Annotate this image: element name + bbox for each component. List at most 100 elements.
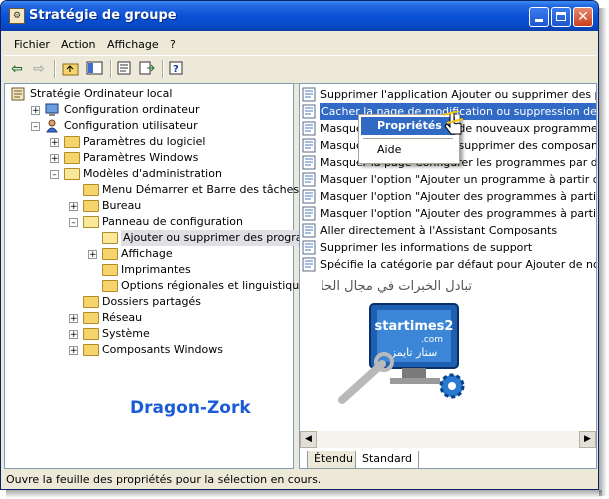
policy-setting-icon bbox=[302, 104, 317, 119]
tree-item-label: Configuration utilisateur bbox=[64, 119, 198, 132]
folder-icon bbox=[83, 328, 99, 340]
horizontal-scrollbar[interactable]: ◀ ▶ bbox=[300, 431, 596, 448]
policy-setting-icon bbox=[302, 240, 317, 255]
tree-item-label: Affichage bbox=[121, 247, 173, 260]
policy-list-item[interactable]: Supprimer l'application Ajouter ou suppr… bbox=[302, 86, 596, 103]
menu-affichage[interactable]: Affichage bbox=[107, 38, 159, 51]
policy-list-item[interactable]: Aller directement à l'Assistant Composan… bbox=[302, 222, 596, 239]
tree-item-label: Imprimantes bbox=[121, 263, 191, 276]
tree-item[interactable]: – Panneau de configuration bbox=[5, 214, 291, 230]
policy-setting-icon bbox=[302, 223, 317, 238]
folder-icon bbox=[102, 264, 118, 276]
expand-icon[interactable]: + bbox=[69, 330, 78, 340]
tree-item[interactable]: + Configuration ordinateur bbox=[5, 102, 291, 118]
menu-action[interactable]: Action bbox=[61, 38, 95, 51]
user-icon bbox=[45, 119, 61, 133]
tree-item-label: Composants Windows bbox=[102, 343, 223, 356]
tree-item[interactable]: Ajouter ou supprimer des programmes bbox=[5, 230, 339, 246]
tree-item[interactable]: + Réseau bbox=[5, 310, 291, 326]
scroll-right-icon[interactable]: ▶ bbox=[579, 431, 596, 448]
main-window: ⚙ Stratégie de groupe ✕ Fichier Action A… bbox=[0, 0, 599, 490]
expand-icon[interactable]: + bbox=[69, 346, 78, 356]
tab-standard[interactable]: Standard bbox=[355, 451, 420, 469]
policy-list-item[interactable]: Masquer l'option "Ajouter un programme à… bbox=[302, 171, 596, 188]
policy-list-label: Supprimer les informations de support bbox=[320, 241, 533, 254]
expand-icon[interactable]: + bbox=[50, 154, 59, 164]
toolbar-separator bbox=[162, 60, 164, 78]
tree-item[interactable]: Imprimantes bbox=[5, 262, 291, 278]
tree-item-label: Réseau bbox=[102, 311, 143, 324]
tree-item-label: Panneau de configuration bbox=[102, 215, 244, 228]
view-tabs: Étendu Standard bbox=[299, 451, 597, 469]
context-menu-separator bbox=[363, 138, 453, 139]
expand-icon[interactable]: + bbox=[88, 250, 97, 260]
policy-list-label: Masquer l'option "Ajouter un programme à… bbox=[320, 173, 596, 186]
folder-icon bbox=[83, 184, 99, 196]
show-tree-icon[interactable] bbox=[86, 60, 104, 78]
watermark-text: Dragon-Zork bbox=[130, 398, 251, 418]
open-folder-icon bbox=[83, 216, 99, 228]
expand-icon[interactable]: + bbox=[50, 138, 59, 148]
title-bar[interactable]: ⚙ Stratégie de groupe ✕ bbox=[1, 1, 598, 31]
tree-item[interactable]: + Bureau bbox=[5, 198, 291, 214]
tree-item-label: Modèles d'administration bbox=[83, 167, 222, 180]
tree-item[interactable]: + Affichage bbox=[5, 246, 291, 262]
policy-list-item[interactable]: Spécifie la catégorie par défaut pour Aj… bbox=[302, 256, 596, 273]
context-menu-help[interactable]: Aide bbox=[377, 143, 401, 157]
policy-list-item[interactable]: Masquer l'option "Ajouter des programmes… bbox=[302, 205, 596, 222]
folder-icon bbox=[102, 248, 118, 260]
tree-item[interactable]: Stratégie Ordinateur local bbox=[5, 86, 291, 102]
up-folder-icon[interactable] bbox=[62, 60, 80, 78]
window-title: Stratégie de groupe bbox=[29, 8, 177, 23]
expand-icon[interactable]: + bbox=[69, 314, 78, 324]
tree-item[interactable]: – Configuration utilisateur bbox=[5, 118, 291, 134]
tree-item[interactable]: + Composants Windows bbox=[5, 342, 291, 358]
back-icon[interactable]: ⇦ bbox=[8, 60, 26, 78]
tree-item[interactable]: Options régionales et linguistiques bbox=[5, 278, 312, 294]
tree-item-label: Menu Démarrer et Barre des tâches bbox=[102, 183, 300, 196]
collapse-icon[interactable]: – bbox=[69, 218, 78, 228]
scroll-left-icon[interactable]: ◀ bbox=[300, 431, 317, 448]
folder-icon bbox=[83, 312, 99, 324]
policy-setting-icon bbox=[302, 189, 317, 204]
tab-etendu[interactable]: Étendu bbox=[307, 451, 360, 469]
policy-setting-icon bbox=[302, 172, 317, 187]
maximize-button[interactable] bbox=[551, 7, 571, 27]
tree-item[interactable]: Menu Démarrer et Barre des tâches bbox=[5, 182, 299, 198]
close-button[interactable]: ✕ bbox=[573, 7, 593, 27]
policy-list-label: Masquer l'option "Ajouter des programmes… bbox=[320, 190, 596, 203]
arabic-slogan: تبادل الخبرات في مجال الحاسب bbox=[322, 279, 472, 294]
tree-item-label: Dossiers partagés bbox=[102, 295, 202, 308]
minimize-button[interactable] bbox=[529, 7, 549, 27]
help-icon[interactable]: ? bbox=[168, 60, 186, 78]
policy-setting-icon bbox=[302, 138, 317, 153]
open-folder-icon bbox=[64, 168, 80, 180]
export-icon[interactable] bbox=[138, 60, 156, 78]
expand-icon[interactable]: + bbox=[31, 106, 40, 116]
tree-item[interactable]: + Paramètres du logiciel bbox=[5, 134, 291, 150]
folder-icon bbox=[102, 280, 118, 292]
folder-icon bbox=[83, 344, 99, 356]
tree-item[interactable]: – Modèles d'administration bbox=[5, 166, 291, 182]
properties-icon[interactable] bbox=[116, 60, 134, 78]
policy-list-item[interactable]: Masquer l'option "Ajouter des programmes… bbox=[302, 188, 596, 205]
tree-item[interactable]: + Paramètres Windows bbox=[5, 150, 291, 166]
policy-list-item[interactable]: Supprimer les informations de support bbox=[302, 239, 596, 256]
expand-icon[interactable]: + bbox=[69, 202, 78, 212]
forward-icon[interactable]: ⇨ bbox=[30, 60, 48, 78]
maximize-icon bbox=[556, 12, 566, 21]
collapse-icon[interactable]: – bbox=[50, 170, 59, 180]
tree-item[interactable]: Dossiers partagés bbox=[5, 294, 291, 310]
menu-fichier[interactable]: Fichier bbox=[14, 38, 50, 51]
context-menu-properties[interactable]: Propriétés bbox=[361, 117, 455, 135]
toolbar: ⇦ ⇨ ? bbox=[4, 55, 596, 84]
policy-setting-icon bbox=[302, 155, 317, 170]
policy-list-label: Spécifie la catégorie par défaut pour Aj… bbox=[320, 258, 596, 271]
collapse-icon[interactable]: – bbox=[31, 122, 40, 132]
policy-setting-icon bbox=[302, 257, 317, 272]
tree-item-label: Stratégie Ordinateur local bbox=[30, 87, 173, 100]
hand-cursor-icon bbox=[443, 111, 464, 135]
tree-item[interactable]: + Système bbox=[5, 326, 291, 342]
menu-help[interactable]: ? bbox=[170, 38, 176, 51]
window-shadow-right bbox=[599, 8, 607, 496]
